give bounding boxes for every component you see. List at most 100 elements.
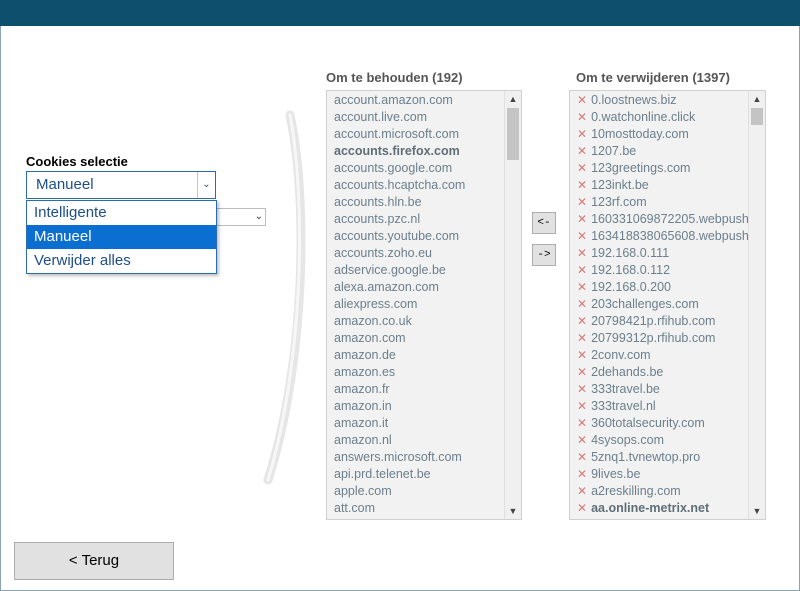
remove-mark-icon: ✕ (577, 246, 588, 260)
list-item-label: amazon.it (334, 416, 389, 430)
list-item-label: accounts.hcaptcha.com (334, 178, 466, 192)
list-item-label: 123greetings.com (591, 161, 691, 175)
list-item-label: 160331069872205.webpush (591, 212, 748, 226)
list-item[interactable]: accounts.firefox.com (327, 143, 504, 160)
list-item[interactable]: ✕ 123rf.com (570, 194, 748, 211)
list-item[interactable]: ✕ 20799312p.rfihub.com (570, 330, 748, 347)
remove-mark-icon: ✕ (577, 399, 588, 413)
list-item[interactable]: amazon.es (327, 364, 504, 381)
list-item-label: adservice.google.be (334, 263, 446, 277)
list-item[interactable]: apple.com (327, 483, 504, 500)
list-item[interactable]: aliexpress.com (327, 296, 504, 313)
list-item[interactable]: ✕ 192.168.0.200 (570, 279, 748, 296)
remove-mark-icon: ✕ (577, 314, 588, 328)
list-item[interactable]: amazon.fr (327, 381, 504, 398)
list-item[interactable]: amazon.co.uk (327, 313, 504, 330)
list-item[interactable]: alexa.amazon.com (327, 279, 504, 296)
list-item[interactable]: ✕ 1207.be (570, 143, 748, 160)
list-item[interactable]: ✕ 20798421p.rfihub.com (570, 313, 748, 330)
list-item[interactable]: amazon.de (327, 347, 504, 364)
scroll-down-icon[interactable]: ▼ (749, 503, 765, 519)
list-item[interactable]: ✕ 123greetings.com (570, 160, 748, 177)
list-item[interactable]: amazon.in (327, 398, 504, 415)
remove-mark-icon: ✕ (577, 195, 588, 209)
list-item-label: 123rf.com (591, 195, 647, 209)
list-item[interactable]: api.prd.telenet.be (327, 466, 504, 483)
chevron-down-icon: ⌄ (254, 211, 263, 222)
list-item[interactable]: ✕ 333travel.be (570, 381, 748, 398)
list-item[interactable]: ✕ 123inkt.be (570, 177, 748, 194)
list-item-label: amazon.co.uk (334, 314, 412, 328)
scroll-up-icon[interactable]: ▲ (505, 91, 521, 107)
scroll-up-icon[interactable]: ▲ (749, 91, 765, 107)
keep-scroll-thumb[interactable] (507, 108, 519, 160)
list-item[interactable]: accounts.zoho.eu (327, 245, 504, 262)
list-item[interactable]: accounts.hcaptcha.com (327, 177, 504, 194)
list-item[interactable]: ✕ 360totalsecurity.com (570, 415, 748, 432)
list-item[interactable]: ✕ 4sysops.com (570, 432, 748, 449)
list-item[interactable]: ✕ 0.watchonline.click (570, 109, 748, 126)
list-item[interactable]: ✕ 192.168.0.112 (570, 262, 748, 279)
list-item-label: aliexpress.com (334, 297, 418, 311)
list-item[interactable]: ✕ 5znq1.tvnewtop.pro (570, 449, 748, 466)
list-item[interactable]: amazon.com (327, 330, 504, 347)
remove-scroll-thumb[interactable] (751, 108, 763, 125)
list-item-label: accounts.hln.be (334, 195, 422, 209)
option-verwijder-alles[interactable]: Verwijder alles (27, 249, 216, 273)
secondary-select[interactable]: ⌄ (216, 208, 266, 226)
list-item-label: alexa.amazon.com (334, 280, 439, 294)
move-right-button[interactable]: -> (532, 244, 556, 266)
list-item-label: account.microsoft.com (334, 127, 460, 141)
list-item[interactable]: ✕ 9lives.be (570, 466, 748, 483)
back-button[interactable]: < Terug (14, 542, 174, 580)
list-item[interactable]: accounts.google.com (327, 160, 504, 177)
list-item-label: 360totalsecurity.com (591, 416, 705, 430)
remove-mark-icon: ✕ (577, 212, 588, 226)
list-item[interactable]: ✕ 192.168.0.111 (570, 245, 748, 262)
remove-mark-icon: ✕ (577, 450, 588, 464)
list-item[interactable]: ✕ 160331069872205.webpush (570, 211, 748, 228)
list-item[interactable]: account.amazon.com (327, 92, 504, 109)
list-item[interactable]: amazon.it (327, 415, 504, 432)
list-item[interactable]: account.live.com (327, 109, 504, 126)
chevron-down-icon[interactable]: ⌄ (197, 172, 215, 198)
option-intelligente[interactable]: Intelligente (27, 201, 216, 225)
list-item-label: 0.watchonline.click (591, 110, 696, 124)
list-item[interactable]: account.microsoft.com (327, 126, 504, 143)
list-item-label: amazon.in (334, 399, 392, 413)
list-item[interactable]: answers.microsoft.com (327, 449, 504, 466)
list-item[interactable]: ✕ 2dehands.be (570, 364, 748, 381)
list-item[interactable]: ✕ 0.loostnews.biz (570, 92, 748, 109)
list-item[interactable]: amazon.nl (327, 432, 504, 449)
remove-list-rows: ✕ 0.loostnews.biz ✕ 0.watchonline.click ✕ 10m… (570, 92, 748, 519)
move-left-button[interactable]: <- (532, 212, 556, 234)
list-item-label: 10mosttoday.com (591, 127, 689, 141)
list-item[interactable]: adservice.google.be (327, 262, 504, 279)
list-item[interactable]: ✕ a2reskilling.com (570, 483, 748, 500)
scroll-down-icon[interactable]: ▼ (505, 503, 521, 519)
remove-mark-icon: ✕ (577, 280, 588, 294)
keep-list-scrollbar[interactable]: ▲ ▼ (504, 91, 521, 519)
keep-list[interactable]: account.amazon.com account.live.com accoun… (326, 90, 522, 520)
list-item-label: aa.online-metrix.net (591, 501, 710, 515)
list-item[interactable]: accounts.hln.be (327, 194, 504, 211)
list-item[interactable]: att.com (327, 500, 504, 517)
window-titlebar (0, 0, 800, 26)
list-item-label: amazon.com (334, 331, 406, 345)
cookies-selection-select[interactable]: Manueel ⌄ (26, 171, 216, 199)
list-item[interactable]: ✕ 2conv.com (570, 347, 748, 364)
list-item-label: apple.com (334, 484, 392, 498)
list-item[interactable]: ✕ 163418838065608.webpush (570, 228, 748, 245)
cookies-selection-dropdown: Intelligente Manueel Verwijder alles (26, 200, 217, 274)
remove-mark-icon: ✕ (577, 467, 588, 481)
list-item[interactable]: accounts.youtube.com (327, 228, 504, 245)
remove-list-scrollbar[interactable]: ▲ ▼ (748, 91, 765, 519)
list-item[interactable]: accounts.pzc.nl (327, 211, 504, 228)
remove-list[interactable]: ✕ 0.loostnews.biz ✕ 0.watchonline.click ✕ 10m… (569, 90, 766, 520)
option-manueel[interactable]: Manueel (27, 225, 216, 249)
list-item[interactable]: ✕ 333travel.nl (570, 398, 748, 415)
list-item[interactable]: ✕ aa.online-metrix.net (570, 500, 748, 517)
list-item[interactable]: ✕ 203challenges.com (570, 296, 748, 313)
list-item[interactable]: ✕ 10mosttoday.com (570, 126, 748, 143)
remove-list-title: Om te verwijderen (1397) (576, 70, 730, 85)
